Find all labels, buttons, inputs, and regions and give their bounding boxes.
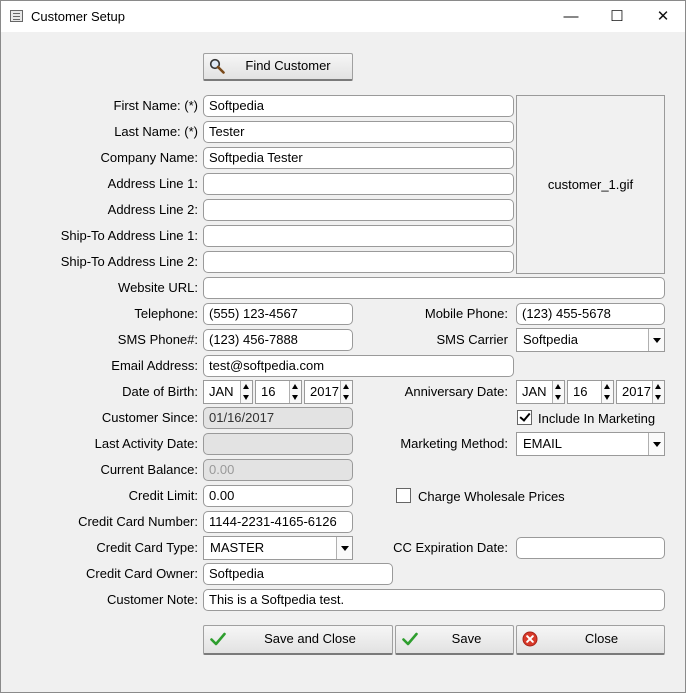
email-address-input[interactable]: test@softpedia.com bbox=[203, 355, 514, 377]
telephone-label: Telephone: bbox=[134, 306, 198, 321]
dob-day-value: 16 bbox=[261, 384, 276, 399]
dob-month-spinner[interactable]: JAN bbox=[203, 380, 253, 404]
chevron-down-icon[interactable] bbox=[648, 329, 664, 351]
sms-carrier-value: Softpedia bbox=[523, 332, 578, 347]
close-button[interactable]: Close bbox=[516, 625, 665, 655]
spinner-arrows-icon[interactable] bbox=[240, 381, 252, 403]
address-line-2-label: Address Line 2: bbox=[107, 202, 198, 217]
maximize-icon: ☐ bbox=[610, 8, 624, 25]
credit-card-owner-input[interactable]: Softpedia bbox=[203, 563, 393, 585]
website-url-label: Website URL: bbox=[118, 280, 198, 295]
credit-limit-input[interactable]: 0.00 bbox=[203, 485, 353, 507]
cc-expiration-input[interactable] bbox=[516, 537, 665, 559]
first-name-input[interactable]: Softpedia bbox=[203, 95, 514, 117]
customer-since-label: Customer Since: bbox=[101, 410, 198, 425]
save-label: Save bbox=[451, 631, 482, 646]
anniversary-date-label: Anniversary Date: bbox=[404, 384, 508, 399]
credit-card-type-value: MASTER bbox=[210, 540, 265, 555]
mobile-phone-label: Mobile Phone: bbox=[424, 306, 508, 321]
credit-card-type-label: Credit Card Type: bbox=[96, 540, 198, 555]
address-line-2-input[interactable] bbox=[203, 199, 514, 221]
customer-note-input[interactable]: This is a Softpedia test. bbox=[203, 589, 665, 611]
credit-card-owner-label: Credit Card Owner: bbox=[86, 566, 198, 581]
spinner-arrows-icon[interactable] bbox=[652, 381, 664, 403]
window-title: Customer Setup bbox=[31, 9, 125, 24]
chevron-down-icon[interactable] bbox=[648, 433, 664, 455]
chevron-down-icon[interactable] bbox=[336, 537, 352, 559]
marketing-method-value: EMAIL bbox=[523, 436, 563, 451]
spinner-arrows-icon[interactable] bbox=[552, 381, 564, 403]
ship-to-line-1-input[interactable] bbox=[203, 225, 514, 247]
dob-year-spinner[interactable]: 2017 bbox=[304, 380, 353, 404]
anniversary-month-spinner[interactable]: JAN bbox=[516, 380, 565, 404]
save-and-close-label: Save and Close bbox=[264, 631, 356, 646]
customer-image[interactable]: customer_1.gif bbox=[516, 95, 665, 274]
date-of-birth-label: Date of Birth: bbox=[122, 384, 198, 399]
marketing-method-label: Marketing Method: bbox=[400, 436, 508, 451]
dob-year-value: 2017 bbox=[310, 384, 339, 399]
mobile-phone-input[interactable]: (123) 455-5678 bbox=[516, 303, 665, 325]
include-marketing-label: Include In Marketing bbox=[538, 411, 656, 426]
sms-carrier-label: SMS Carrier bbox=[436, 332, 508, 347]
customer-image-filename: customer_1.gif bbox=[547, 177, 634, 192]
dob-day-spinner[interactable]: 16 bbox=[255, 380, 302, 404]
credit-card-number-input[interactable]: 1144-2231-4165-6126 bbox=[203, 511, 353, 533]
current-balance-input: 0.00 bbox=[203, 459, 353, 481]
last-activity-input bbox=[203, 433, 353, 455]
email-address-label: Email Address: bbox=[111, 358, 198, 373]
sms-carrier-select[interactable]: Softpedia bbox=[516, 328, 665, 352]
last-activity-label: Last Activity Date: bbox=[94, 436, 198, 451]
first-name-label: First Name: (*) bbox=[113, 98, 199, 113]
dob-month-value: JAN bbox=[209, 384, 234, 399]
maximize-button[interactable]: ☐ bbox=[594, 1, 640, 32]
current-balance-label: Current Balance: bbox=[100, 462, 198, 477]
spinner-arrows-icon[interactable] bbox=[289, 381, 301, 403]
marketing-method-select[interactable]: EMAIL bbox=[516, 432, 665, 456]
charge-wholesale-checkbox[interactable] bbox=[396, 488, 411, 503]
last-name-label: Last Name: (*) bbox=[114, 124, 198, 139]
customer-setup-window: Customer Setup — ☐ ✕ Find Customer First… bbox=[0, 0, 686, 693]
close-icon: ✕ bbox=[656, 8, 670, 25]
cc-expiration-label: CC Expiration Date: bbox=[393, 540, 508, 555]
spinner-arrows-icon[interactable] bbox=[340, 381, 352, 403]
anniversary-year-value: 2017 bbox=[622, 384, 651, 399]
anniversary-day-spinner[interactable]: 16 bbox=[567, 380, 614, 404]
save-and-close-button[interactable]: Save and Close bbox=[203, 625, 393, 655]
last-name-input[interactable]: Tester bbox=[203, 121, 514, 143]
telephone-input[interactable]: (555) 123-4567 bbox=[203, 303, 353, 325]
sms-phone-label: SMS Phone#: bbox=[117, 332, 198, 347]
close-label: Close bbox=[584, 631, 619, 646]
charge-wholesale-label: Charge Wholesale Prices bbox=[418, 489, 565, 504]
ship-to-line-2-label: Ship-To Address Line 2: bbox=[60, 254, 198, 269]
customer-since-input: 01/16/2017 bbox=[203, 407, 353, 429]
company-name-label: Company Name: bbox=[100, 150, 198, 165]
find-customer-label: Find Customer bbox=[245, 58, 331, 73]
ship-to-line-1-label: Ship-To Address Line 1: bbox=[60, 228, 198, 243]
minimize-button[interactable]: — bbox=[548, 1, 594, 32]
customer-note-label: Customer Note: bbox=[106, 592, 198, 607]
title-bar: Customer Setup — ☐ ✕ bbox=[1, 1, 685, 32]
sms-phone-input[interactable]: (123) 456-7888 bbox=[203, 329, 353, 351]
anniversary-month-value: JAN bbox=[522, 384, 547, 399]
credit-card-number-label: Credit Card Number: bbox=[78, 514, 198, 529]
include-marketing-checkbox[interactable] bbox=[517, 410, 532, 425]
close-window-button[interactable]: ✕ bbox=[640, 1, 686, 32]
address-line-1-label: Address Line 1: bbox=[107, 176, 198, 191]
anniversary-year-spinner[interactable]: 2017 bbox=[616, 380, 665, 404]
website-url-input[interactable] bbox=[203, 277, 665, 299]
company-name-input[interactable]: Softpedia Tester bbox=[203, 147, 514, 169]
find-customer-button[interactable]: Find Customer bbox=[203, 53, 353, 81]
app-icon bbox=[10, 10, 23, 22]
credit-card-type-select[interactable]: MASTER bbox=[203, 536, 353, 560]
address-line-1-input[interactable] bbox=[203, 173, 514, 195]
spinner-arrows-icon[interactable] bbox=[601, 381, 613, 403]
ship-to-line-2-input[interactable] bbox=[203, 251, 514, 273]
minimize-icon: — bbox=[563, 8, 579, 25]
anniversary-day-value: 16 bbox=[573, 384, 588, 399]
save-button[interactable]: Save bbox=[395, 625, 514, 655]
credit-limit-label: Credit Limit: bbox=[128, 488, 198, 503]
